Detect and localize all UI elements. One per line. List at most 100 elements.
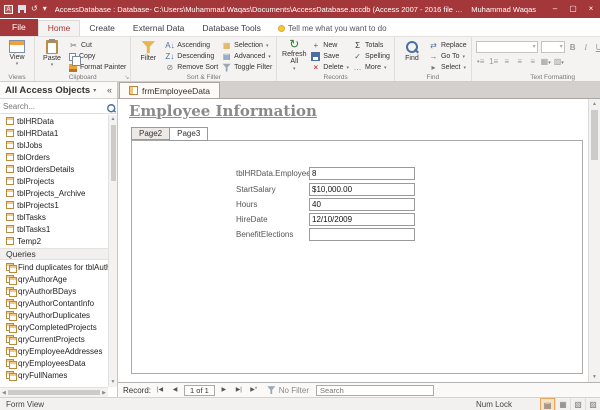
underline-button[interactable]: U (594, 42, 600, 53)
queries-group-header[interactable]: Queries ▴ (0, 248, 117, 260)
tab-frmemployeedata[interactable]: frmEmployeeData (119, 82, 220, 98)
employeeid-input[interactable] (309, 167, 415, 180)
sidebar-item-query[interactable]: qryFullNames (0, 369, 117, 381)
previous-record-button[interactable] (169, 384, 181, 396)
nav-search-input[interactable] (3, 102, 103, 111)
tab-database-tools[interactable]: Database Tools (193, 21, 269, 36)
spelling-button[interactable]: ✓Spelling (353, 52, 390, 61)
sidebar-item-query[interactable]: qryAuthorContantInfo (0, 297, 117, 309)
sidebar-item-table[interactable]: tblProjects (0, 175, 117, 187)
close-button[interactable]: × (582, 0, 600, 18)
delete-button[interactable]: ×Delete▾ (311, 63, 349, 72)
sidebar-item-table[interactable]: tblProjects1 (0, 199, 117, 211)
bullets-button[interactable]: •≡ (476, 56, 486, 67)
font-name-select[interactable] (476, 41, 538, 53)
form-view-button[interactable]: ▤ (540, 398, 555, 410)
select-button[interactable]: ▸Select▾ (429, 63, 467, 72)
scroll-down-icon[interactable]: ▼ (592, 372, 597, 382)
background-color-button[interactable]: ▨▾ (554, 56, 564, 67)
tab-external-data[interactable]: External Data (124, 21, 194, 36)
sidebar-item-table[interactable]: tblHRData1 (0, 127, 117, 139)
benefitelections-input[interactable] (309, 228, 415, 241)
nav-horizontal-scrollbar[interactable]: ◀ ▶ (0, 387, 108, 397)
sidebar-item-query[interactable]: qryEmployeeAddresses (0, 345, 117, 357)
sidebar-item-query[interactable]: qryAuthorAge (0, 273, 117, 285)
sidebar-item-table[interactable]: tblOrders (0, 151, 117, 163)
tab-page3[interactable]: Page3 (169, 127, 208, 141)
design-view-button[interactable]: ▨ (585, 398, 600, 410)
sidebar-item-query[interactable]: qryAuthorBDays (0, 285, 117, 297)
gridlines-button[interactable]: ▦▾ (541, 56, 551, 67)
align-center-button[interactable]: ≡ (515, 56, 525, 67)
copy-button[interactable]: Copy (69, 52, 126, 61)
paste-button[interactable]: Paste ▾ (39, 39, 65, 69)
sidebar-item-table[interactable]: tblHRData (0, 115, 117, 127)
dialog-launcher-icon[interactable]: ↘ (124, 74, 129, 81)
nav-pane-header[interactable]: All Access Objects ▾ « (0, 82, 117, 99)
tab-file[interactable]: File (0, 19, 38, 36)
filter-button[interactable]: Filter (135, 39, 161, 62)
ascending-button[interactable]: A↓Ascending (165, 41, 218, 50)
first-record-button[interactable] (154, 384, 166, 396)
minimize-button[interactable]: – (546, 0, 564, 18)
align-left-button[interactable]: ≡ (502, 56, 512, 67)
tab-page2[interactable]: Page2 (131, 127, 170, 140)
record-search-input[interactable] (316, 385, 434, 396)
maximize-button[interactable]: ▢ (564, 0, 582, 18)
sidebar-item-table[interactable]: Temp2 (0, 235, 117, 247)
sidebar-item-table[interactable]: tblProjects_Archive (0, 187, 117, 199)
bold-button[interactable]: B (568, 42, 578, 53)
sidebar-item-table[interactable]: tblTasks1 (0, 223, 117, 235)
italic-button[interactable]: I (581, 42, 591, 53)
align-right-button[interactable]: ≡ (528, 56, 538, 67)
sidebar-item-query[interactable]: Find duplicates for tblAuthors (0, 261, 117, 273)
more-button[interactable]: …More▾ (353, 63, 390, 72)
form-vertical-scrollbar[interactable]: ▲ ▼ (588, 99, 600, 382)
totals-button[interactable]: ΣTotals (353, 41, 390, 50)
find-button[interactable]: Find (399, 39, 425, 62)
cut-button[interactable]: Cut (69, 41, 126, 50)
filter-status[interactable]: No Filter (267, 386, 309, 395)
numbering-button[interactable]: 1≡ (489, 56, 499, 67)
layout-view-button[interactable]: ▧ (570, 398, 585, 410)
scroll-down-icon[interactable]: ▼ (111, 378, 116, 387)
scrollbar-thumb[interactable] (111, 125, 116, 181)
sidebar-item-query[interactable]: qryCurrentProjects (0, 333, 117, 345)
scroll-right-icon[interactable]: ▶ (102, 390, 106, 396)
go-to-button[interactable]: →Go To▾ (429, 52, 467, 61)
tab-create[interactable]: Create (80, 21, 124, 36)
remove-sort-button[interactable]: ⊘Remove Sort (165, 63, 218, 72)
font-size-select[interactable] (541, 41, 565, 53)
sidebar-item-query[interactable]: qryAuthorDuplicates (0, 309, 117, 321)
next-record-button[interactable] (218, 384, 230, 396)
hours-input[interactable] (309, 198, 415, 211)
last-record-button[interactable] (233, 384, 245, 396)
datasheet-view-button[interactable]: ▦ (555, 398, 570, 410)
qat-dropdown-icon[interactable]: ▾ (43, 0, 47, 18)
descending-button[interactable]: Z↓Descending (165, 52, 218, 61)
selection-button[interactable]: ▦Selection▾ (222, 41, 272, 50)
hiredate-input[interactable] (309, 213, 415, 226)
replace-button[interactable]: ⇄Replace (429, 41, 467, 50)
sidebar-item-table[interactable]: tblOrdersDetails (0, 163, 117, 175)
scroll-up-icon[interactable]: ▲ (592, 99, 597, 109)
sidebar-item-table[interactable]: tblJobs (0, 139, 117, 151)
sidebar-item-table[interactable]: tblTasks (0, 211, 117, 223)
scroll-left-icon[interactable]: ◀ (2, 390, 6, 396)
scrollbar-thumb[interactable] (8, 390, 100, 395)
advanced-button[interactable]: ▤Advanced▾ (222, 52, 272, 61)
refresh-all-button[interactable]: Refresh All ▾ (281, 39, 307, 72)
sidebar-item-query[interactable]: qryCompletedProjects (0, 321, 117, 333)
tell-me-box[interactable]: Tell me what you want to do (278, 24, 387, 36)
nav-vertical-scrollbar[interactable]: ▲ ▼ (108, 115, 117, 387)
new-blank-record-button[interactable] (248, 384, 260, 396)
save-record-button[interactable]: Save (311, 52, 349, 61)
view-button[interactable]: View ▾ (4, 39, 30, 68)
save-icon[interactable] (18, 5, 26, 13)
tab-home[interactable]: Home (38, 20, 81, 36)
scroll-up-icon[interactable]: ▲ (111, 115, 116, 124)
scrollbar-thumb[interactable] (591, 110, 598, 160)
shutter-bar-icon[interactable]: « (107, 85, 112, 95)
sidebar-item-query[interactable]: qryEmployeesData (0, 357, 117, 369)
undo-icon[interactable]: ↺ (31, 0, 38, 18)
